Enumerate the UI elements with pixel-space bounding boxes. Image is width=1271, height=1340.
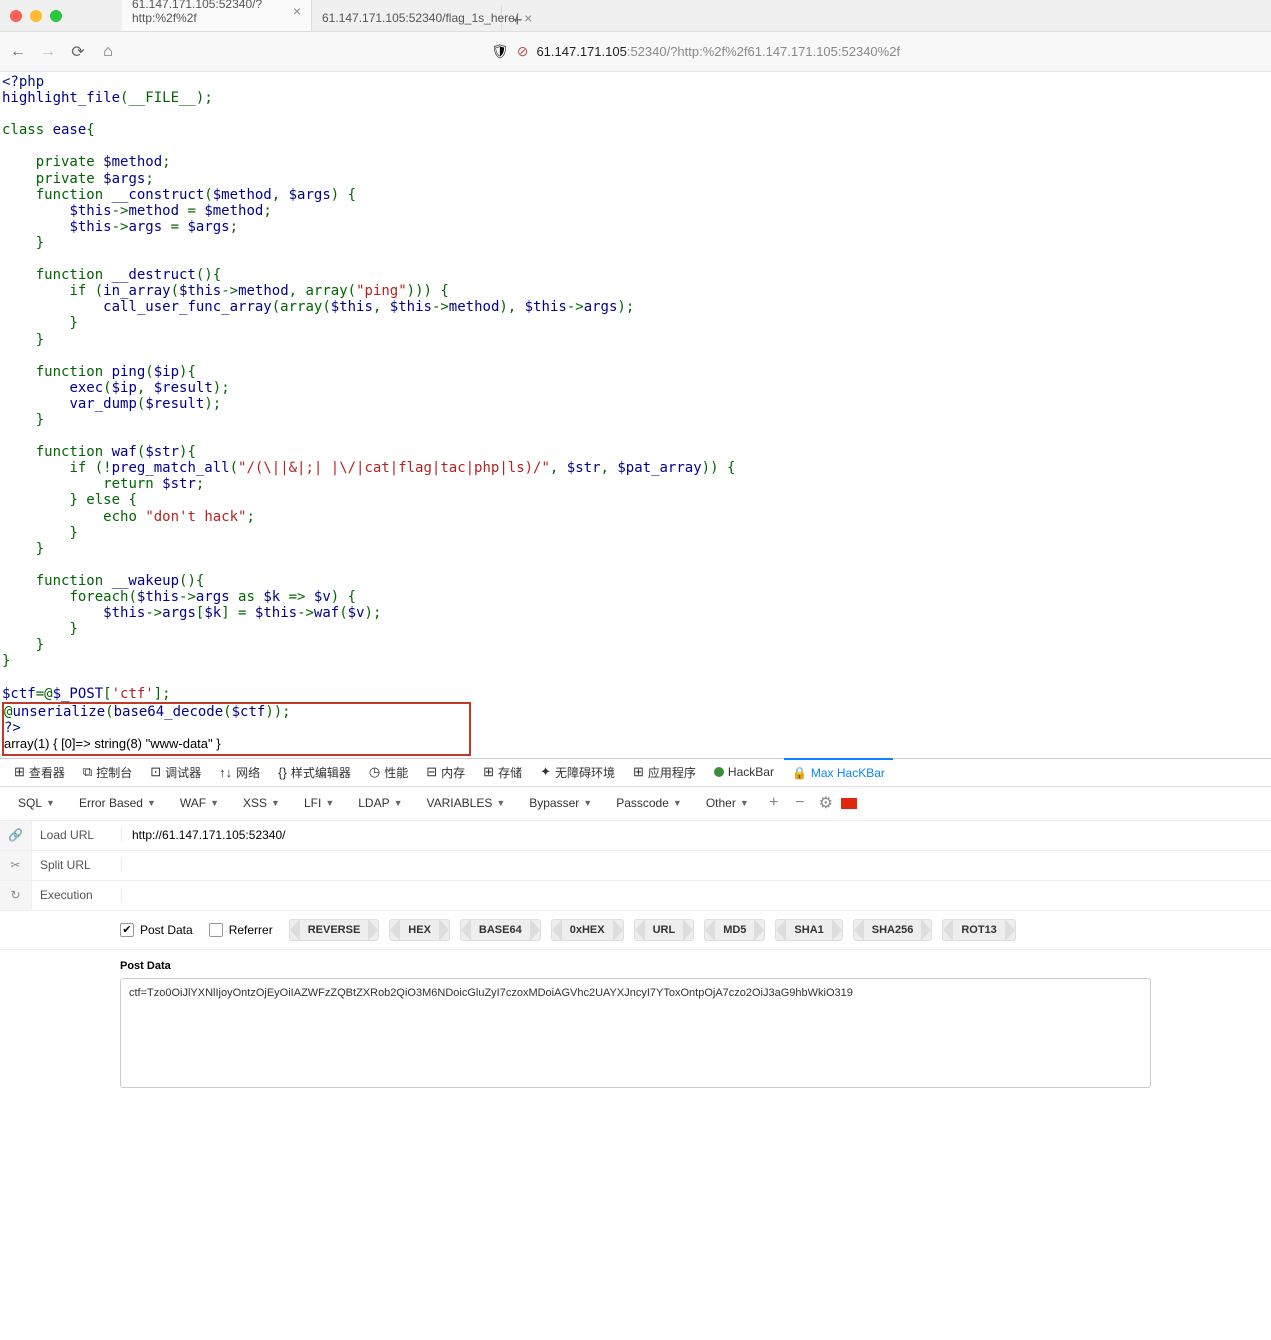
window-titlebar: 61.147.171.105:52340/?http:%2f%2f × 61.1… bbox=[0, 0, 1271, 32]
execution-row: Execution bbox=[32, 881, 1271, 911]
devtools-tab-storage[interactable]: ⊞存储 bbox=[475, 758, 530, 786]
devtools-tab-style[interactable]: {}样式编辑器 bbox=[270, 758, 359, 786]
console-icon: ⧉ bbox=[83, 764, 92, 780]
devtools-tab-hackbar[interactable]: HackBar bbox=[706, 758, 782, 786]
close-tab-icon[interactable]: × bbox=[293, 4, 301, 18]
hackbar-menu-variables[interactable]: VARIABLES▼ bbox=[417, 796, 516, 810]
traffic-lights bbox=[10, 10, 62, 22]
postdata-section: Post Data ctf=Tzo0OiJlYXNlIjoyOntzOjEyOi… bbox=[0, 950, 1271, 1098]
link-icon[interactable]: 🔗 bbox=[0, 821, 31, 851]
encode-url-button[interactable]: URL bbox=[634, 919, 695, 941]
encode-md5-button[interactable]: MD5 bbox=[704, 919, 765, 941]
shield-icon[interactable]: 🛡 bbox=[491, 43, 509, 60]
hackbar-icon bbox=[714, 767, 724, 777]
url-host: 61.147.171.105 bbox=[536, 44, 626, 59]
devtools-panel: ⊞查看器 ⧉控制台 ⊡调试器 ↑↓网络 {}样式编辑器 ◷性能 ⊟内存 ⊞存储 … bbox=[0, 758, 1271, 1098]
devtools-tab-maxhackbar[interactable]: 🔒Max HacKBar bbox=[784, 758, 893, 786]
refresh-icon[interactable]: ↻ bbox=[0, 881, 31, 911]
a11y-icon: ✦ bbox=[540, 764, 551, 780]
hackbar-menu-passcode[interactable]: Passcode▼ bbox=[606, 796, 692, 810]
php-output: array(1) { [0]=> string(8) "www-data" } bbox=[4, 736, 221, 751]
encode-base64-button[interactable]: BASE64 bbox=[460, 919, 541, 941]
hackbar-sidebar: 🔗 ✂ ↻ bbox=[0, 821, 32, 911]
hackbar-menu-other[interactable]: Other▼ bbox=[696, 796, 759, 810]
postdata-textarea[interactable]: ctf=Tzo0OiJlYXNlIjoyOntzOjEyOiIAZWFzZQBt… bbox=[120, 978, 1151, 1088]
encode-0xhex-button[interactable]: 0xHEX bbox=[551, 919, 624, 941]
browser-tab-2[interactable]: 61.147.171.105:52340/flag_1s_here/ × bbox=[312, 5, 502, 31]
url-path: :52340/?http:%2f%2f61.147.171.105:52340%… bbox=[627, 44, 900, 59]
inspector-icon: ⊞ bbox=[14, 764, 25, 780]
tab-title: 61.147.171.105:52340/?http:%2f%2f bbox=[132, 0, 287, 25]
lock-icon: 🔒 bbox=[792, 766, 807, 780]
network-icon: ↑↓ bbox=[219, 765, 232, 780]
scissors-icon[interactable]: ✂ bbox=[0, 851, 31, 881]
flag-cn-icon[interactable] bbox=[841, 798, 857, 809]
storage-icon: ⊞ bbox=[483, 764, 494, 780]
perf-icon: ◷ bbox=[369, 764, 380, 780]
add-button[interactable]: + bbox=[763, 794, 785, 812]
close-window-button[interactable] bbox=[10, 10, 22, 22]
devtools-tab-debugger[interactable]: ⊡调试器 bbox=[142, 758, 209, 786]
reload-button[interactable]: ⟳ bbox=[70, 44, 86, 60]
new-tab-button[interactable]: + bbox=[502, 10, 533, 31]
devtools-tab-accessibility[interactable]: ✦无障碍环境 bbox=[532, 758, 623, 786]
hackbar-menu-bypasser[interactable]: Bypasser▼ bbox=[519, 796, 602, 810]
encode-rot13-button[interactable]: ROT13 bbox=[942, 919, 1015, 941]
page-content: <?php highlight_file(__FILE__); class ea… bbox=[0, 72, 1271, 758]
split-url-label: Split URL bbox=[32, 858, 122, 872]
back-button[interactable]: ← bbox=[10, 44, 26, 60]
hackbar-menu-error-based[interactable]: Error Based▼ bbox=[69, 796, 166, 810]
settings-icon[interactable]: ⚙ bbox=[815, 793, 837, 813]
browser-toolbar: ← → ⟳ ⌂ 🛡 ⊘ 61.147.171.105:52340/?http:%… bbox=[0, 32, 1271, 72]
remove-button[interactable]: − bbox=[789, 794, 811, 812]
devtools-tab-performance[interactable]: ◷性能 bbox=[361, 758, 416, 786]
load-url-input[interactable] bbox=[122, 822, 1271, 848]
devtools-tab-inspector[interactable]: ⊞查看器 bbox=[6, 758, 73, 786]
hackbar-menu-waf[interactable]: WAF▼ bbox=[170, 796, 229, 810]
browser-tab-1[interactable]: 61.147.171.105:52340/?http:%2f%2f × bbox=[122, 0, 312, 31]
minimize-window-button[interactable] bbox=[30, 10, 42, 22]
browser-tabs: 61.147.171.105:52340/?http:%2f%2f × 61.1… bbox=[122, 1, 533, 31]
devtools-tab-application[interactable]: ⊞应用程序 bbox=[625, 758, 704, 786]
debugger-icon: ⊡ bbox=[150, 764, 161, 780]
encode-hex-button[interactable]: HEX bbox=[389, 919, 450, 941]
hackbar-menu-sql[interactable]: SQL▼ bbox=[8, 796, 65, 810]
url-bar[interactable]: 🛡 ⊘ 61.147.171.105:52340/?http:%2f%2f61.… bbox=[491, 43, 900, 60]
load-url-row: Load URL bbox=[32, 821, 1271, 851]
encode-sha256-button[interactable]: SHA256 bbox=[853, 919, 933, 941]
referrer-checkbox[interactable]: Referrer bbox=[209, 923, 273, 937]
forward-button[interactable]: → bbox=[40, 44, 56, 60]
postdata-checkbox[interactable]: ✔Post Data bbox=[120, 923, 193, 937]
highlighted-code-box: @unserialize(base64_decode($ctf)); ?> ar… bbox=[2, 702, 471, 756]
hackbar-options-row: ✔Post Data Referrer REVERSE HEX BASE64 0xHE… bbox=[0, 911, 1271, 950]
split-url-row: Split URL bbox=[32, 851, 1271, 881]
hackbar-menu-xss[interactable]: XSS▼ bbox=[233, 796, 290, 810]
devtools-tab-memory[interactable]: ⊟内存 bbox=[418, 758, 473, 786]
tab-title: 61.147.171.105:52340/flag_1s_here/ bbox=[322, 11, 518, 25]
hackbar-menu-bar: SQL▼ Error Based▼ WAF▼ XSS▼ LFI▼ LDAP▼ VARIABL… bbox=[0, 787, 1271, 821]
maximize-window-button[interactable] bbox=[50, 10, 62, 22]
devtools-tab-console[interactable]: ⧉控制台 bbox=[75, 758, 140, 786]
execution-label: Execution bbox=[32, 888, 122, 902]
encode-sha1-button[interactable]: SHA1 bbox=[775, 919, 842, 941]
hackbar-menu-lfi[interactable]: LFI▼ bbox=[294, 796, 344, 810]
memory-icon: ⊟ bbox=[426, 764, 437, 780]
postdata-label: Post Data bbox=[120, 960, 1151, 972]
home-button[interactable]: ⌂ bbox=[100, 44, 116, 60]
devtools-tab-network[interactable]: ↑↓网络 bbox=[211, 758, 268, 786]
hackbar-menu-ldap[interactable]: LDAP▼ bbox=[348, 796, 412, 810]
app-icon: ⊞ bbox=[633, 764, 644, 780]
permission-blocked-icon[interactable]: ⊘ bbox=[517, 43, 529, 60]
devtools-tabs: ⊞查看器 ⧉控制台 ⊡调试器 ↑↓网络 {}样式编辑器 ◷性能 ⊟内存 ⊞存储 … bbox=[0, 759, 1271, 787]
load-url-label: Load URL bbox=[32, 828, 122, 842]
encode-reverse-button[interactable]: REVERSE bbox=[289, 919, 380, 941]
style-icon: {} bbox=[278, 765, 287, 780]
